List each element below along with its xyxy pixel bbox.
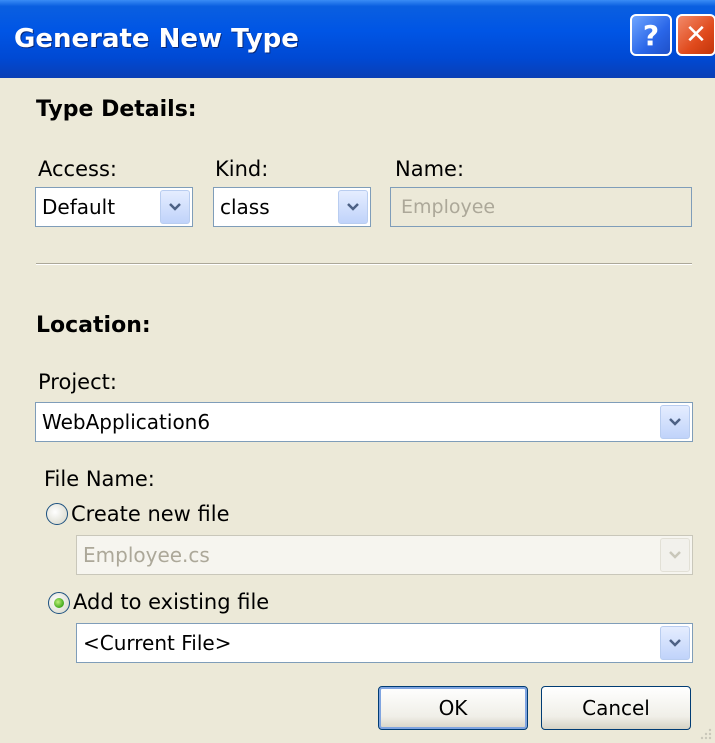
close-button[interactable]: ✕ xyxy=(676,14,715,56)
name-label: Name: xyxy=(395,157,465,181)
chevron-down-icon[interactable] xyxy=(338,190,368,224)
location-heading: Location: xyxy=(36,313,151,338)
chevron-down-icon[interactable] xyxy=(160,190,190,224)
add-to-existing-file-radio[interactable] xyxy=(48,592,70,614)
access-label: Access: xyxy=(38,157,117,181)
add-to-existing-file-label[interactable]: Add to existing file xyxy=(73,590,269,614)
chevron-down-icon xyxy=(660,538,690,572)
type-details-heading: Type Details: xyxy=(36,97,197,122)
access-dropdown[interactable]: Default xyxy=(35,187,193,227)
resize-grip-icon[interactable] xyxy=(699,727,713,741)
project-label: Project: xyxy=(38,370,117,394)
access-value: Default xyxy=(42,195,116,219)
kind-label: Kind: xyxy=(215,157,269,181)
existing-file-dropdown[interactable]: <Current File> xyxy=(76,623,693,663)
chevron-down-icon[interactable] xyxy=(660,626,690,660)
new-file-name-value: Employee.cs xyxy=(83,543,210,567)
dialog-title: Generate New Type xyxy=(14,24,299,54)
create-new-file-label[interactable]: Create new file xyxy=(71,502,230,526)
existing-file-value: <Current File> xyxy=(83,631,232,655)
help-icon: ? xyxy=(642,18,660,52)
help-button[interactable]: ? xyxy=(630,14,672,56)
section-divider xyxy=(36,263,692,265)
name-value: Employee xyxy=(401,196,496,218)
file-name-label: File Name: xyxy=(44,467,155,491)
generate-new-type-dialog: Generate New Type ? ✕ Type Details: Acce… xyxy=(0,0,715,743)
ok-button-label: OK xyxy=(438,696,468,720)
kind-dropdown[interactable]: class xyxy=(213,187,371,227)
cancel-button[interactable]: Cancel xyxy=(541,686,691,730)
create-new-file-radio[interactable] xyxy=(46,503,68,525)
project-value: WebApplication6 xyxy=(42,410,211,434)
title-bar[interactable]: Generate New Type ? ✕ xyxy=(0,0,715,78)
project-dropdown[interactable]: WebApplication6 xyxy=(35,402,693,442)
name-field[interactable]: Employee xyxy=(390,187,692,227)
close-icon: ✕ xyxy=(685,20,707,50)
cancel-button-label: Cancel xyxy=(582,696,650,720)
kind-value: class xyxy=(220,195,270,219)
chevron-down-icon[interactable] xyxy=(660,405,690,439)
ok-button[interactable]: OK xyxy=(378,686,528,730)
new-file-name-dropdown: Employee.cs xyxy=(76,535,693,575)
